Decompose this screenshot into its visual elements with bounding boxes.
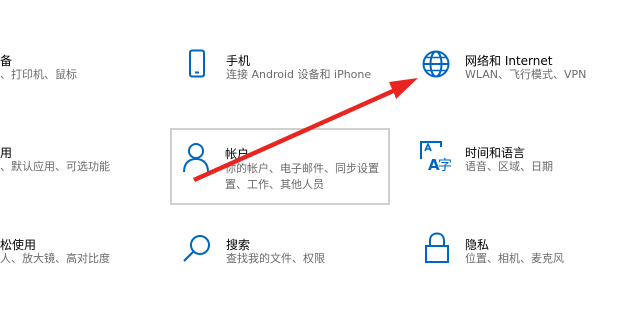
settings-tile-devices[interactable]: 备 、打印机、鼠标 <box>0 40 150 100</box>
settings-tile-apps[interactable]: 用 、默认应用、可选功能 <box>0 132 150 192</box>
svg-text:字: 字 <box>438 158 452 173</box>
tile-desc: WLAN、飞行模式、VPN <box>465 68 587 81</box>
settings-tile-time-language[interactable]: A 字 时间和语言 语音、区域、日期 <box>410 132 620 192</box>
lock-icon <box>425 232 449 263</box>
tile-desc: 语音、区域、日期 <box>465 160 553 173</box>
tile-desc: 你的帐户、电子邮件、同步设置 <box>225 162 379 175</box>
globe-icon <box>422 50 450 78</box>
settings-tile-phone[interactable]: 手机 连接 Android 设备和 iPhone <box>175 40 390 100</box>
tile-desc: 、默认应用、可选功能 <box>0 160 110 173</box>
tile-desc: 查找我的文件、权限 <box>226 252 325 265</box>
settings-tile-privacy[interactable]: 隐私 位置、相机、麦克风 <box>410 224 620 284</box>
phone-icon <box>189 49 205 78</box>
search-icon <box>183 235 210 262</box>
settings-tile-network[interactable]: 网络和 Internet WLAN、飞行模式、VPN <box>410 40 620 100</box>
language-icon: A 字 <box>420 141 452 173</box>
tile-desc-line2: 置、工作、其他人员 <box>225 178 324 191</box>
tile-desc: 连接 Android 设备和 iPhone <box>226 68 372 81</box>
tile-desc: 位置、相机、麦克风 <box>465 252 564 265</box>
settings-tile-ease-of-access[interactable]: 松使用 人、放大镜、高对比度 <box>0 224 150 284</box>
settings-tile-accounts[interactable]: 帐户 你的帐户、电子邮件、同步设置 置、工作、其他人员 <box>170 128 390 205</box>
tile-desc: 、打印机、鼠标 <box>0 68 77 81</box>
tile-desc: 人、放大镜、高对比度 <box>0 252 110 265</box>
person-icon <box>183 143 209 173</box>
tile-title: 帐户 <box>225 147 250 161</box>
settings-tile-search[interactable]: 搜索 查找我的文件、权限 <box>175 224 390 284</box>
